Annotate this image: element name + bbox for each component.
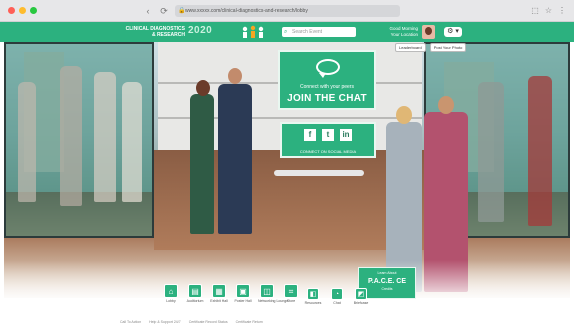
location-text: Your Location: [390, 32, 418, 37]
nav-label: Resources: [304, 301, 322, 305]
browser-actions: ⬚ ☆ ⋮: [531, 5, 566, 17]
search-input[interactable]: ⌕ Search Event: [282, 27, 356, 37]
poster-icon[interactable]: ▣: [236, 284, 250, 298]
lock-icon: 🔒: [178, 8, 186, 14]
window-controls[interactable]: [8, 7, 37, 14]
attendee-figure: [478, 82, 504, 222]
attendee-figure: [122, 82, 142, 202]
bookmark-icon[interactable]: ☆: [545, 5, 552, 17]
nav-exhibit-hall[interactable]: ▦ Exhibit Hall: [210, 284, 228, 303]
nav-resources[interactable]: ◧ Resources: [304, 288, 322, 305]
footer-link[interactable]: Call To Action: [120, 320, 141, 324]
nav-label: Networking Lounge: [258, 299, 289, 303]
back-icon[interactable]: ‹: [142, 5, 154, 17]
nav-lobby[interactable]: ⌂ Lobby: [162, 284, 180, 303]
nav-poster-hall[interactable]: ▣ Poster Hall: [234, 284, 252, 303]
resources-icon[interactable]: ◧: [307, 288, 319, 300]
nav-label: Exhibit Hall: [210, 299, 228, 303]
chat-icon[interactable]: ◔: [331, 288, 343, 300]
nav-briefcase[interactable]: ◩ Briefcase: [352, 288, 370, 305]
footer-link[interactable]: Help & Support 24/7: [149, 320, 181, 324]
footer-links: Call To Action Help & Support 24/7 Certi…: [120, 320, 263, 324]
meeting-table: [274, 170, 364, 176]
secondary-nav-dock: ◧ Resources ◔ Chat ◩ Briefcase: [304, 288, 370, 305]
url-text: www.xxxxx.com/clinical-diagnostics-and-r…: [185, 8, 308, 14]
nav-networking-lounge[interactable]: ◫ Networking Lounge: [258, 284, 289, 303]
close-window-button[interactable]: [8, 7, 15, 14]
event-logo[interactable]: 2020: [188, 25, 212, 36]
nav-label: Lobby: [166, 299, 176, 303]
chat-bubble-icon: [316, 59, 340, 78]
attendee-head: [396, 106, 412, 124]
facebook-icon[interactable]: f: [304, 129, 316, 141]
settings-dropdown[interactable]: ⚙ ▾: [444, 27, 462, 37]
post-photo-button[interactable]: Post Your Photo: [429, 43, 467, 52]
attendee-figure: [60, 66, 82, 206]
avatar[interactable]: [422, 25, 435, 39]
browser-chrome: ‹ ⟳ 🔒 www.xxxxx.com/clinical-diagnostics…: [0, 0, 574, 22]
search-icon: ⌕: [284, 29, 288, 35]
attendee-head: [438, 96, 454, 114]
nav-label: Chat: [333, 301, 341, 305]
pace-title: P.A.C.E. CE: [368, 278, 406, 285]
main-nav-dock: ⌂ Lobby ▤ Auditorium ▦ Exhibit Hall ▣ Po…: [162, 284, 300, 303]
maximize-window-button[interactable]: [30, 7, 37, 14]
people-logo-icon: [242, 25, 264, 38]
user-greeting: Good Morning Your Location: [374, 26, 418, 38]
nav-auditorium[interactable]: ▤ Auditorium: [186, 284, 204, 303]
leaderboard-button[interactable]: Leaderboard: [395, 43, 426, 52]
attendee-figure: [190, 94, 214, 234]
menu-icon[interactable]: ⋮: [558, 5, 566, 17]
nav-label: Briefcase: [353, 301, 369, 305]
extensions-icon[interactable]: ⬚: [531, 5, 539, 17]
social-buttons: f t in: [304, 129, 352, 141]
social-media-panel: f t in CONNECT ON SOCIAL MEDIA: [280, 122, 376, 158]
footer-link[interactable]: Certificate Record Status: [189, 320, 228, 324]
pace-top-text: Learn About: [377, 271, 397, 275]
attendee-figure: [94, 72, 116, 202]
brand-title: CLINICAL DIAGNOSTICS & RESEARCH: [119, 26, 185, 38]
nav-chat[interactable]: ◔ Chat: [328, 288, 346, 305]
attendee-head: [228, 68, 242, 84]
attendee-figure: [528, 76, 552, 226]
twitter-icon[interactable]: t: [322, 129, 334, 141]
reload-icon[interactable]: ⟳: [158, 5, 170, 17]
header-sub-actions: Leaderboard Post Your Photo: [395, 43, 467, 52]
attendee-head: [196, 80, 210, 96]
exhibit-icon[interactable]: ▦: [212, 284, 226, 298]
address-bar[interactable]: 🔒 www.xxxxx.com/clinical-diagnostics-and…: [175, 5, 400, 17]
attendee-figure: [18, 82, 36, 202]
join-chat-panel[interactable]: Connect with your peers JOIN THE CHAT: [278, 50, 376, 110]
chat-title: JOIN THE CHAT: [287, 93, 367, 104]
nav-label: Auditorium: [186, 299, 204, 303]
nav-label: Poster Hall: [234, 299, 252, 303]
site-header: CLINICAL DIAGNOSTICS & RESEARCH 2020 ⌕ S…: [0, 22, 574, 42]
chat-subtitle: Connect with your peers: [300, 84, 354, 90]
social-caption: CONNECT ON SOCIAL MEDIA: [299, 149, 357, 154]
linkedin-icon[interactable]: in: [340, 129, 352, 141]
nav-store[interactable]: ⌗ Store: [282, 284, 300, 303]
footer-link[interactable]: Certificate Return: [236, 320, 263, 324]
minimize-window-button[interactable]: [19, 7, 26, 14]
networking-icon[interactable]: ◫: [260, 284, 274, 298]
nav-label: Store: [286, 299, 296, 303]
auditorium-icon[interactable]: ▤: [188, 284, 202, 298]
brand-line-2: & RESEARCH: [151, 32, 185, 38]
search-placeholder: Search Event: [292, 29, 323, 35]
store-icon[interactable]: ⌗: [284, 284, 298, 298]
briefcase-icon[interactable]: ◩: [355, 288, 367, 300]
attendee-figure: [218, 84, 252, 234]
home-icon[interactable]: ⌂: [164, 284, 178, 298]
